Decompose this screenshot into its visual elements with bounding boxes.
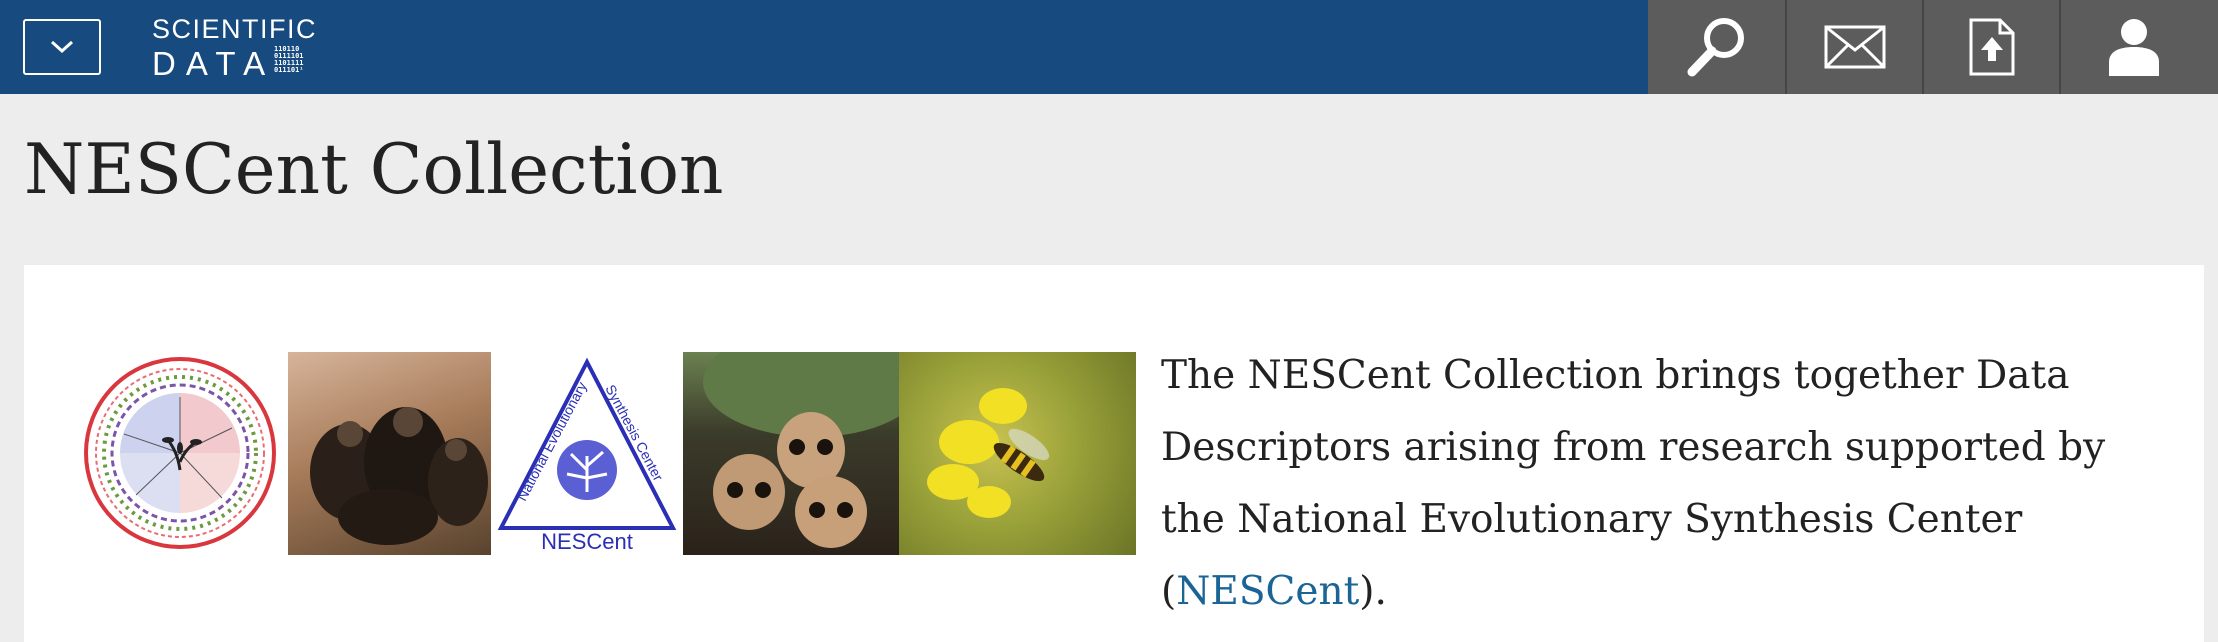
submit-manuscript-button[interactable] <box>1922 0 2059 94</box>
scientific-data-logo[interactable]: SCIENTIFIC DATA 110110 0111101 1101111 0… <box>150 12 340 82</box>
menu-toggle-button[interactable] <box>23 19 101 75</box>
search-button[interactable] <box>1648 0 1785 94</box>
user-icon <box>2109 19 2159 76</box>
header-actions <box>1648 0 2218 94</box>
chimpanzee-group-photo <box>288 352 491 555</box>
contact-button[interactable] <box>1785 0 1922 94</box>
mouse-lemurs-photo <box>683 352 899 555</box>
search-icon <box>1687 18 1744 77</box>
collection-description: The NESCent Collection brings together D… <box>1161 340 2161 628</box>
account-button[interactable] <box>2059 0 2207 94</box>
phylogenetic-tree-image <box>72 352 288 555</box>
envelope-icon <box>1824 25 1885 69</box>
logo-label-text: NESCent <box>541 529 633 554</box>
description-text-end: ). <box>1359 569 1387 614</box>
collection-banner-image: National Evolutionary Synthesis Center N… <box>72 352 1136 555</box>
page-title: NESCent Collection <box>24 130 724 210</box>
collection-card: National Evolutionary Synthesis Center N… <box>24 265 2204 642</box>
logo-line2: DATA <box>152 45 276 82</box>
top-navigation-bar: SCIENTIFIC DATA 110110 0111101 1101111 0… <box>0 0 2218 94</box>
nescent-logo-image: National Evolutionary Synthesis Center N… <box>491 352 683 555</box>
nescent-link[interactable]: NESCent <box>1176 569 1359 614</box>
logo-line1: SCIENTIFIC <box>152 14 318 44</box>
upload-document-icon <box>1969 18 2014 76</box>
chevron-down-icon <box>50 40 74 54</box>
hoverfly-on-flower-photo <box>899 352 1136 555</box>
logo-binary-graphic: 110110 0111101 1101111 011101¹ <box>274 45 304 74</box>
